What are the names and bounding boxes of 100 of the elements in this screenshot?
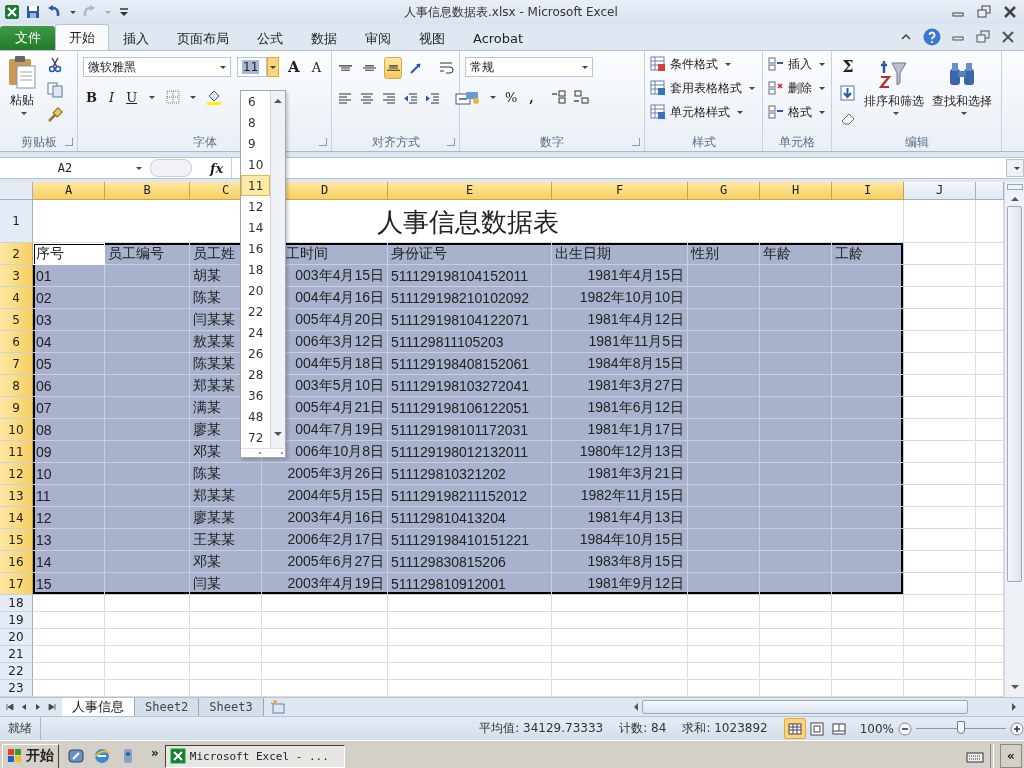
resize-grip-icon[interactable] [241, 448, 285, 457]
save-icon[interactable] [25, 4, 41, 20]
first-sheet-icon[interactable] [6, 703, 14, 711]
ribbon-tab[interactable]: 插入 [109, 26, 163, 50]
style-menu-button[interactable]: 单元格样式 [650, 102, 757, 122]
row-header[interactable]: 18 [0, 595, 33, 612]
percent-button[interactable]: % [502, 89, 521, 105]
sheet-tab[interactable]: Sheet3 [199, 698, 264, 716]
align-left-icon[interactable] [337, 91, 353, 107]
help-icon[interactable] [923, 28, 941, 46]
column-header[interactable]: F [552, 182, 688, 200]
column-header[interactable]: G [688, 182, 760, 200]
taskbar-button[interactable]: Microsoft Excel - ... [164, 744, 345, 768]
underline-button[interactable]: U [123, 89, 141, 105]
row-header[interactable]: 21 [0, 646, 33, 663]
zoom-level[interactable]: 100% [859, 721, 894, 736]
italic-button[interactable]: I [106, 89, 118, 105]
font-size-option[interactable]: 11 [241, 175, 270, 196]
ribbon-tab[interactable]: 审阅 [351, 26, 405, 50]
more-quick-launch-button[interactable]: » [151, 746, 159, 760]
row-header[interactable]: 12 [0, 463, 33, 485]
column-header[interactable]: E [388, 182, 552, 200]
copy-icon[interactable] [47, 82, 63, 98]
font-size-dropdown-button[interactable] [267, 57, 279, 77]
caret-icon[interactable] [136, 166, 142, 170]
dialog-launcher-icon[interactable] [65, 138, 73, 146]
wrap-text-icon[interactable] [438, 60, 454, 76]
align-center-icon[interactable] [359, 91, 375, 107]
fill-down-icon[interactable] [840, 85, 856, 101]
comma-button[interactable]: , [526, 89, 537, 105]
zoom-out-icon[interactable] [898, 721, 912, 736]
row-header[interactable]: 20 [0, 629, 33, 646]
formula-bar-grip-icon[interactable] [150, 159, 192, 177]
column-header[interactable]: B [105, 182, 190, 200]
row-header[interactable]: 5 [0, 309, 33, 331]
last-sheet-icon[interactable] [48, 703, 56, 711]
start-button[interactable]: 开始 [2, 743, 59, 768]
row-header[interactable]: 22 [0, 663, 33, 680]
bold-button[interactable]: B [83, 89, 100, 105]
font-size-option[interactable]: 10 [241, 154, 270, 175]
caret-icon[interactable] [70, 10, 76, 14]
row-header[interactable]: 23 [0, 680, 33, 697]
decrease-decimal-icon[interactable] [572, 89, 589, 105]
merge-cells-icon[interactable] [455, 91, 471, 107]
close-icon[interactable] [1002, 4, 1018, 20]
column-header[interactable]: I [832, 182, 904, 200]
row-header[interactable]: 15 [0, 529, 33, 551]
restore-icon[interactable] [975, 29, 991, 45]
font-name-field[interactable]: 微软雅黑 [83, 57, 231, 77]
row-header[interactable]: 1 [0, 200, 33, 243]
row-header[interactable]: 14 [0, 507, 33, 529]
align-bottom-button[interactable] [384, 57, 402, 79]
dialog-launcher-icon[interactable] [319, 138, 327, 146]
increase-indent-icon[interactable] [425, 91, 441, 107]
row-header[interactable]: 19 [0, 612, 33, 629]
dialog-launcher-icon[interactable] [447, 138, 455, 146]
cells-menu-button[interactable]: 插入 [768, 54, 826, 74]
ribbon-tab[interactable]: 视图 [405, 26, 459, 50]
currency-icon[interactable] [465, 89, 481, 105]
restore-icon[interactable] [976, 4, 992, 20]
sheet-tab[interactable]: Sheet2 [135, 698, 200, 716]
cells-menu-button[interactable]: 格式 [768, 102, 826, 122]
find-select-button[interactable]: 查找和选择 [932, 55, 992, 133]
scissors-icon[interactable] [47, 57, 63, 73]
fill-color-icon[interactable] [206, 89, 223, 105]
row-header[interactable]: 10 [0, 419, 33, 441]
expand-formula-bar-button[interactable] [1006, 159, 1024, 177]
ribbon-tab[interactable]: 公式 [243, 26, 297, 50]
font-size-option[interactable]: 9 [241, 133, 270, 154]
ribbon-tab[interactable]: Acrobat [459, 26, 538, 50]
align-right-icon[interactable] [381, 91, 397, 107]
increase-decimal-icon[interactable] [550, 89, 567, 105]
autosum-button[interactable]: Σ [842, 57, 854, 76]
grow-font-button[interactable]: A [285, 58, 303, 76]
text-orientation-icon[interactable] [408, 60, 424, 76]
column-header[interactable]: J [904, 182, 976, 200]
ribbon-tab[interactable]: 页面布局 [163, 26, 243, 50]
font-size-field[interactable]: 11 [237, 57, 267, 77]
font-size-option[interactable]: 8 [241, 112, 270, 133]
style-menu-button[interactable]: 条件格式 [650, 54, 757, 74]
ribbon-tab[interactable]: 数据 [297, 26, 351, 50]
previous-sheet-icon[interactable] [20, 703, 28, 711]
close-icon[interactable] [1000, 29, 1016, 45]
font-size-option[interactable]: 14 [241, 217, 270, 238]
zoom-slider-thumb[interactable] [957, 721, 965, 734]
dialog-launcher-icon[interactable] [632, 138, 640, 146]
shrink-font-button[interactable]: A [308, 59, 325, 75]
insert-function-button[interactable]: fx [192, 160, 232, 176]
row-header[interactable]: 13 [0, 485, 33, 507]
row-header[interactable]: 7 [0, 353, 33, 375]
desktop-icon[interactable] [67, 747, 85, 765]
row-header[interactable]: 17 [0, 573, 33, 595]
next-sheet-icon[interactable] [34, 703, 42, 711]
normal-view-button[interactable] [783, 718, 806, 739]
format-painter-icon[interactable] [47, 107, 63, 123]
row-header[interactable]: 6 [0, 331, 33, 353]
column-header[interactable]: A [33, 182, 105, 200]
zoom-in-icon[interactable] [1010, 721, 1024, 736]
show-hidden-icons-button[interactable]: « [1000, 744, 1022, 768]
row-header[interactable]: 2 [0, 243, 33, 265]
